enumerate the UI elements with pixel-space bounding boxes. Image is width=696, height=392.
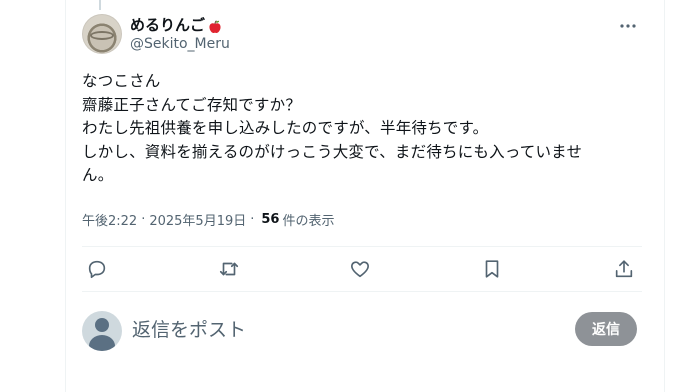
bookmark-icon[interactable]: [481, 258, 503, 280]
meta-separator: ·: [141, 212, 146, 227]
share-icon[interactable]: [613, 258, 635, 280]
action-bar: [82, 256, 642, 284]
column-border-left: [65, 0, 66, 392]
views-label: 件の表示: [282, 214, 335, 229]
thread-connector-line: [99, 0, 101, 10]
reply-button[interactable]: 返信: [575, 312, 637, 346]
author-display-name[interactable]: めるりんご: [130, 15, 205, 35]
avatar-head-shape: [95, 318, 109, 332]
tweet-time[interactable]: 午後2:22: [82, 210, 137, 229]
tweet-date[interactable]: 2025年5月19日: [149, 210, 246, 229]
reply-icon[interactable]: [86, 258, 108, 280]
tweet-metadata: 午後2:22 · 2025年5月19日 · 56 件の表示: [82, 210, 335, 229]
tweet-text: なつこさん 齋藤正子さんてご存知ですか？ わたし先祖供養を申し込みしたのですが、…: [82, 72, 583, 184]
author-avatar[interactable]: [82, 14, 122, 54]
like-icon[interactable]: [349, 258, 371, 280]
divider: [82, 246, 642, 247]
avatar-body-shape: [89, 335, 115, 351]
user-avatar: [82, 311, 122, 351]
meta-separator: ·: [250, 212, 255, 227]
author-name-row: めるりんご: [130, 15, 222, 35]
reply-input[interactable]: [132, 314, 552, 346]
tweet-header: めるりんご @Sekito_Meru: [82, 14, 642, 58]
more-options-icon[interactable]: [618, 16, 638, 36]
column-border-right: [664, 0, 665, 392]
apple-icon: [208, 19, 222, 33]
views-count: 56: [261, 212, 280, 227]
divider: [82, 291, 642, 292]
author-handle[interactable]: @Sekito_Meru: [130, 36, 230, 52]
retweet-icon[interactable]: [218, 258, 240, 280]
